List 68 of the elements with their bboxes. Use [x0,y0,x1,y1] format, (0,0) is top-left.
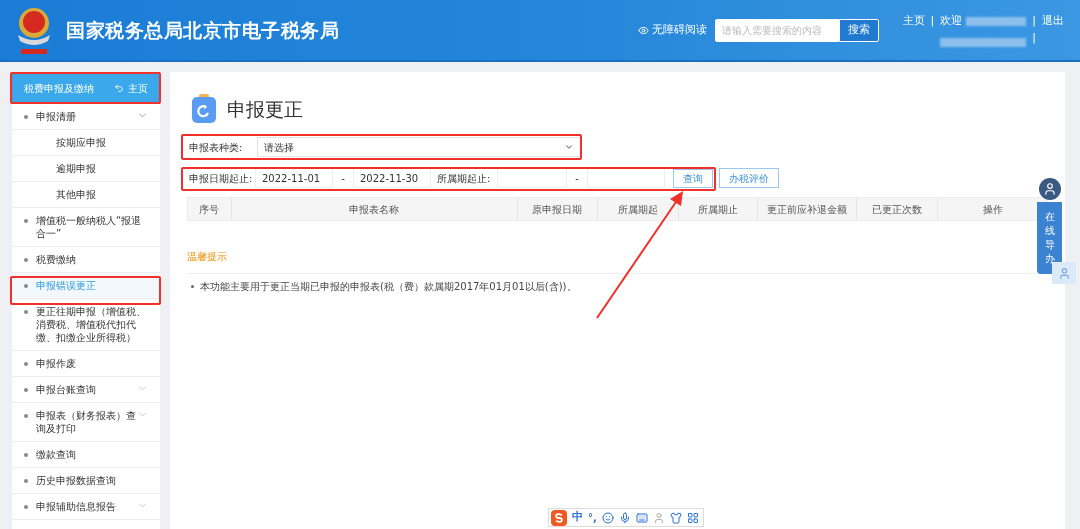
ime-mode[interactable]: 中 [572,509,583,526]
sidebar-item-label: 申报表（财务报表）查询及打印 [36,409,137,435]
sidebar-item-label: 历史申报数据查询 [36,474,117,487]
period-to-field[interactable] [587,168,665,188]
column-header: 原申报日期 [517,198,598,220]
form-type-dropdown[interactable]: 请选择 [257,137,581,157]
bullet-icon [24,115,28,119]
sidebar-item-label: 申报辅助信息报告 [36,500,117,513]
search-button[interactable]: 搜索 [838,18,879,42]
sidebar-item-label: 申报错误更正 [36,279,97,292]
bullet-icon [24,362,28,366]
sidebar-item-label: 税费缴纳 [36,253,77,266]
site-title: 国家税务总局北京市电子税务局 [66,17,339,43]
online-guide-tab[interactable]: 在线导办 [1037,202,1062,274]
separator: | [1032,13,1036,30]
tip-text: 本功能主要用于更正当期已申报的申报表(税（费）款属期2017年01月01以后(含))。 [200,280,577,294]
bullet-icon [24,219,28,223]
redacted-block [966,17,1027,26]
date-to-field[interactable]: 2022-11-30 [353,168,431,188]
rating-button[interactable]: 办税评价 [719,168,779,188]
sidebar-item-label: 申报清册 [36,110,77,123]
separator: | [1032,29,1036,46]
column-header: 序号 [188,198,232,220]
customer-service-icon[interactable] [1052,262,1076,284]
separator: | [930,13,935,30]
sidebar-item-label: 缴款查询 [36,448,77,461]
column-header: 更正前应补退金额 [758,198,857,220]
column-header: 操作 [981,202,1004,217]
column-header: 已更正次数 [857,198,939,220]
grid-icon[interactable] [686,511,699,524]
welcome-text: 欢迎 [940,13,963,30]
eye-icon [637,24,649,36]
bullet-icon [24,258,28,262]
field-label: 所属期起止: [437,171,492,186]
sidebar-item-label: 申报作废 [36,357,77,370]
period-from-field[interactable] [497,168,567,188]
sidebar-item-label: 增值税一般纳税人“报退合一” [36,214,143,240]
dash: - [340,171,346,186]
search-field[interactable]: 请输入需要搜索的内容 [714,18,839,42]
date-from-field[interactable]: 2022-11-01 [255,168,333,188]
emoji-icon[interactable] [601,511,614,524]
bullet-icon [24,388,28,392]
bullet-icon [24,310,28,314]
user-icon[interactable] [652,511,665,524]
back-arrow-icon [114,83,124,93]
ime-punctuation[interactable]: °, [588,510,597,525]
bullet-icon [24,284,28,288]
bullet-icon [24,479,28,483]
page-title: 申报更正 [227,96,303,122]
column-header: 申报表名称 [231,198,518,220]
shirt-icon[interactable] [669,511,682,524]
field-label: 申报表种类: [189,140,244,155]
field-label: 申报日期起止: [189,171,254,186]
sidebar-title: 税费申报及缴纳 [24,81,94,96]
refresh-clipboard-icon [191,94,217,124]
bullet-icon [24,505,28,509]
accessibility-link[interactable]: 无障碍阅读 [637,21,707,39]
dash: - [574,171,580,186]
sidebar-item-label: 更正往期申报（增值税、消费税、增值税代扣代缴、扣缴企业所得税） [36,305,147,344]
tips-title: 温馨提示 [187,251,227,262]
sidebar-item-label: 申报台账查询 [36,383,97,396]
bullet-icon [191,285,194,288]
keyboard-icon[interactable] [635,511,648,524]
chevron-icon [564,142,574,152]
bullet-icon [24,453,28,457]
query-button[interactable]: 查询 [673,168,713,188]
bullet-icon [24,414,28,418]
microphone-icon[interactable] [618,511,631,524]
